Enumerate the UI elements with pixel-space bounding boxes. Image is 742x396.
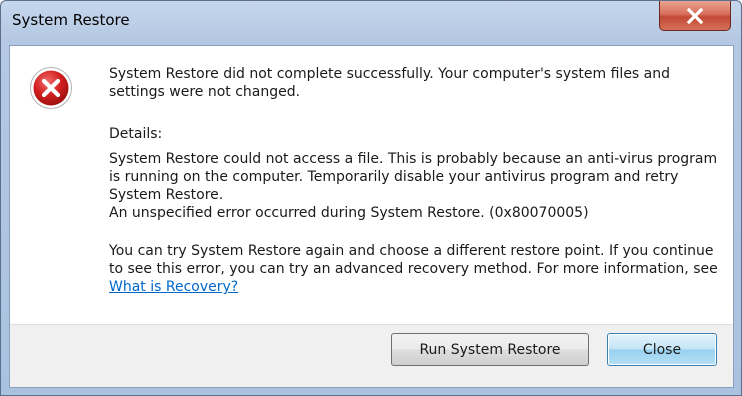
help-text: You can try System Restore again and cho… [109, 242, 729, 296]
run-system-restore-button[interactable]: Run System Restore [391, 333, 589, 366]
error-icon [30, 67, 72, 109]
details-heading: Details: [109, 126, 163, 142]
details-text: System Restore could not access a file. … [109, 150, 729, 222]
title-close-button[interactable] [659, 1, 731, 31]
summary-text: System Restore did not complete successf… [109, 66, 671, 100]
details-text-1: System Restore could not access a file. … [109, 151, 718, 203]
help-text-body: You can try System Restore again and cho… [109, 243, 718, 277]
what-is-recovery-link[interactable]: What is Recovery? [109, 279, 238, 295]
dialog-window: System Restore System Restore did not co… [0, 0, 742, 396]
close-button[interactable]: Close [607, 333, 717, 366]
title-bar[interactable]: System Restore [1, 1, 741, 45]
details-text-2: An unspecified error occurred during Sys… [109, 205, 589, 221]
dialog-content: System Restore did not complete successf… [9, 45, 734, 388]
window-title: System Restore [12, 11, 130, 29]
close-icon [686, 7, 704, 24]
